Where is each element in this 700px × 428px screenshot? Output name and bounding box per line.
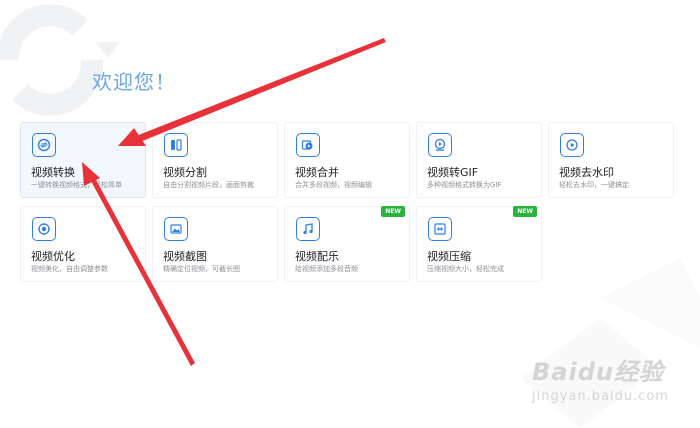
baidu-watermark: Baidu经验 jingyan.baidu.com — [532, 352, 669, 404]
gif-icon — [428, 133, 452, 157]
card-title: 视频合并 — [295, 166, 339, 179]
music-icon — [296, 217, 320, 241]
card-title: 视频截图 — [163, 250, 207, 263]
card-description: 自由分割视频片段，画面剪裁 — [163, 181, 254, 189]
card-title: 视频分割 — [163, 166, 207, 179]
card-video-merge[interactable]: 视频合并 合并多段视频，视频编辑 — [284, 122, 410, 198]
card-video-to-gif[interactable]: 视频转GIF 多种视频格式转换为GIF — [416, 122, 542, 198]
card-description: 视频美化，自由调整参数 — [31, 265, 108, 273]
card-remove-watermark[interactable]: 视频去水印 轻松去水印，一键搞定 — [548, 122, 674, 198]
compress-icon — [428, 217, 452, 241]
welcome-heading: 欢迎您！ — [92, 70, 176, 94]
card-title: 视频转换 — [31, 166, 75, 179]
watermark-url: jingyan.baidu.com — [532, 389, 669, 404]
watermark-icon — [560, 133, 584, 157]
background-app-logo — [0, 4, 120, 116]
watermark-brand: Baidu经验 — [532, 358, 664, 386]
card-video-music[interactable]: NEW 视频配乐 给视频添加多段音频 — [284, 206, 410, 282]
card-video-split[interactable]: 视频分割 自由分割视频片段，画面剪裁 — [152, 122, 278, 198]
card-description: 精确定位视频，可截长图 — [163, 265, 240, 273]
card-description: 一键转换视频格式，轻松简单 — [31, 181, 122, 189]
card-video-compress[interactable]: NEW 视频压缩 压缩视频大小，轻松完成 — [416, 206, 542, 282]
screenshot-icon — [164, 217, 188, 241]
merge-icon — [296, 133, 320, 157]
convert-icon — [32, 133, 56, 157]
new-badge: NEW — [381, 206, 405, 217]
card-title: 视频转GIF — [427, 166, 479, 179]
card-description: 轻松去水印，一键搞定 — [559, 181, 629, 189]
card-description: 合并多段视频，视频编辑 — [295, 181, 372, 189]
card-title: 视频优化 — [31, 250, 75, 263]
card-video-optimize[interactable]: 视频优化 视频美化，自由调整参数 — [20, 206, 146, 282]
card-title: 视频配乐 — [295, 250, 339, 263]
card-title: 视频去水印 — [559, 166, 614, 179]
optimize-icon — [32, 217, 56, 241]
new-badge: NEW — [513, 206, 537, 217]
card-video-screenshot[interactable]: 视频截图 精确定位视频，可截长图 — [152, 206, 278, 282]
card-video-convert[interactable]: 视频转换 一键转换视频格式，轻松简单 — [20, 122, 146, 198]
card-title: 视频压缩 — [427, 250, 471, 263]
card-description: 给视频添加多段音频 — [295, 265, 358, 273]
card-description: 多种视频格式转换为GIF — [427, 181, 502, 189]
card-description: 压缩视频大小，轻松完成 — [427, 265, 504, 273]
split-icon — [164, 133, 188, 157]
